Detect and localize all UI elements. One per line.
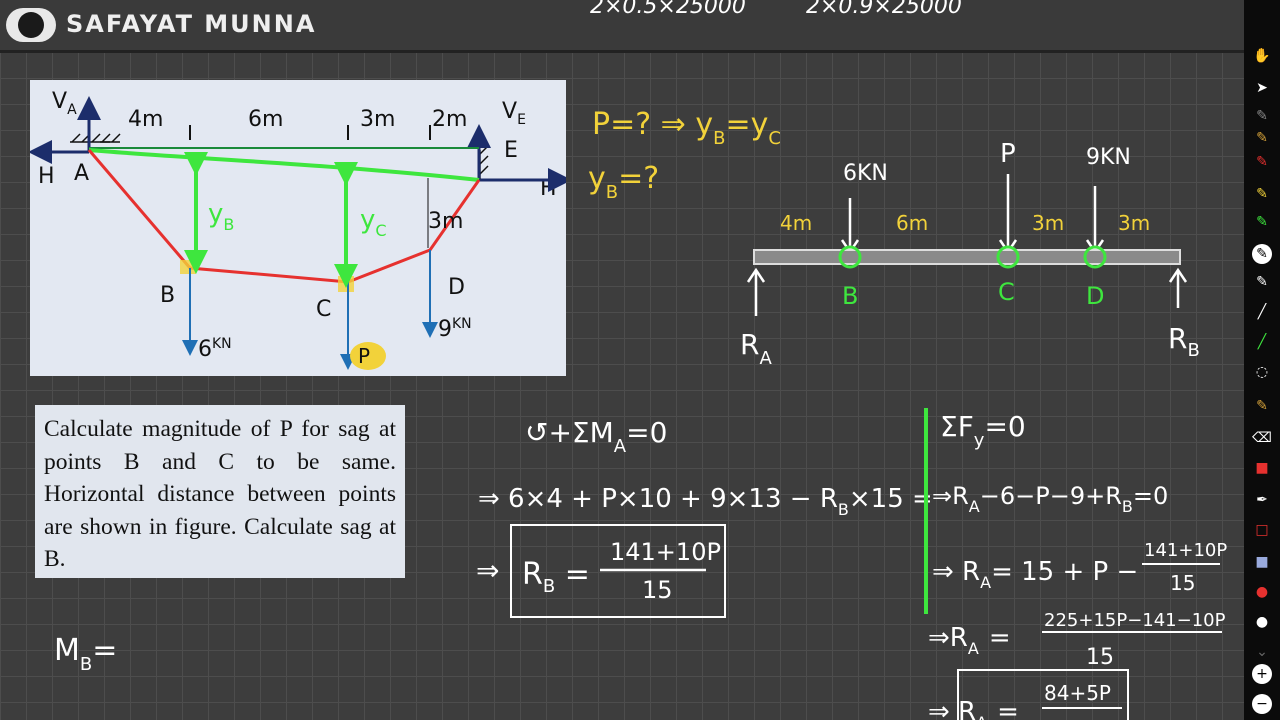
fy-line3-num: 225+15P−141−10P xyxy=(1044,610,1226,631)
beam-span-1: 4m xyxy=(780,211,812,235)
problem-statement: Calculate magnitude of P for sag at poin… xyxy=(35,405,405,578)
handwritten-notes: P=? ⇒ yB=yC yB=? 6KN P 9KN 4m 6m 3m 3m B… xyxy=(588,107,1200,369)
fy-line3: ⇒RA = xyxy=(928,623,1011,658)
fy-line4: ⇒ RA= xyxy=(928,697,1019,720)
yc-label: yC xyxy=(360,205,387,240)
point-c: C xyxy=(316,297,331,322)
add-icon[interactable]: + xyxy=(1252,664,1272,684)
beam-span-3: 3m xyxy=(1032,211,1064,235)
ve-label: VE xyxy=(502,99,526,128)
rb-arrow: ⇒ xyxy=(476,554,499,587)
beam-load-6kn: 6KN xyxy=(843,161,888,186)
fy-line4-num: 84+5P xyxy=(1044,681,1111,705)
top-bar: SAFAYAT MUNNA 2×0.5×25000 2×0.9×25000 xyxy=(0,0,1244,53)
fy-line2: ⇒ RA= 15 + P − xyxy=(932,557,1138,592)
hand-tool-icon[interactable]: ✋ xyxy=(1252,46,1272,66)
span-cd: 3m xyxy=(360,107,395,132)
highlight-c xyxy=(338,276,354,292)
fy-equation: ΣFy=0 xyxy=(940,410,1026,451)
cable-diagram: 4m 6m 3m 2m VA VE E H A H yB yC 3m B C D… xyxy=(28,89,572,370)
logo-icon xyxy=(18,12,44,38)
beam-span-2: 6m xyxy=(896,211,928,235)
marker-icon[interactable]: ╱ xyxy=(1252,332,1272,352)
h-left-label: H xyxy=(38,164,55,189)
beam-point-c: C xyxy=(998,278,1015,306)
support-e xyxy=(479,145,489,180)
beam-load-p: P xyxy=(1000,139,1016,169)
white-pen-icon[interactable]: ✎ xyxy=(1252,272,1272,292)
green-pen-icon[interactable]: ✎ xyxy=(1252,212,1272,232)
eyedropper-icon[interactable]: ✒ xyxy=(1252,490,1272,510)
eraser-icon[interactable]: ⌫ xyxy=(1252,428,1272,448)
pencil-icon[interactable]: ✎ xyxy=(1252,396,1272,416)
cable-figure: 4m 6m 3m 2m VA VE E H A H yB yC 3m B C D… xyxy=(28,80,572,376)
shape-icon[interactable]: □ xyxy=(1252,520,1272,540)
yellow-pen-icon[interactable]: ✎ xyxy=(1252,184,1272,204)
beam-span-4: 3m xyxy=(1118,211,1150,235)
yb-label: yB xyxy=(208,199,234,234)
brand-name: SAFAYAT MUNNA xyxy=(66,10,317,38)
fy-line3-den: 15 xyxy=(1086,645,1114,670)
white-dot-icon[interactable]: ● xyxy=(1252,612,1272,632)
support-a xyxy=(70,133,121,143)
minus-icon[interactable]: − xyxy=(1252,694,1272,714)
load-c-label: P xyxy=(358,344,370,368)
annotation-toolbar: ✋ ➤ ✎ ✎ ✎ ✎ ✎ ✎ ✎ ╱ ╱ ◌ ✎ ⌫ ■ ✒ □ ■ ● ● … xyxy=(1244,0,1280,720)
red-pen-icon[interactable]: ✎ xyxy=(1252,152,1272,172)
green-chord xyxy=(88,148,480,182)
note-line2: yB=? xyxy=(588,161,659,203)
a-label: A xyxy=(74,161,89,186)
channel-logo xyxy=(6,8,56,42)
problem-text: Calculate magnitude of P for sag at poin… xyxy=(44,416,396,572)
e-label: E xyxy=(504,138,518,163)
moment-working: ↺+ΣMA=0 ⇒ 6×4 + P×10 + 9×13 − RB×15 = 0 … xyxy=(476,416,930,618)
mb-label: MB= xyxy=(54,633,117,675)
moment-equation: ↺+ΣMA=0 xyxy=(525,416,667,457)
fy-line2-den: 15 xyxy=(1170,571,1195,595)
span-de: 2m xyxy=(432,107,467,132)
beam-load-9kn: 9KN xyxy=(1086,145,1131,170)
point-b: B xyxy=(160,283,175,308)
span-bc: 6m xyxy=(248,107,283,132)
selected-pen-icon[interactable]: ✎ xyxy=(1252,244,1272,264)
load-b-label: 6KN xyxy=(198,336,232,362)
top-formula-left: 2×0.5×25000 xyxy=(590,0,746,19)
square-icon[interactable]: ■ xyxy=(1252,552,1272,572)
pointer-tool-icon[interactable]: ➤ xyxy=(1252,78,1272,98)
top-formula-right: 2×0.9×25000 xyxy=(806,0,962,19)
span-ab: 4m xyxy=(128,107,163,132)
pen-tool-icon[interactable]: ✎ xyxy=(1252,106,1272,126)
moment-line: ⇒ 6×4 + P×10 + 9×13 − RB×15 = 0 xyxy=(478,484,930,519)
beam xyxy=(753,249,1181,265)
beam-ra: RA xyxy=(740,328,772,369)
beam-rb: RB xyxy=(1168,322,1200,361)
dim-3m: 3m xyxy=(428,209,463,234)
lasso-tool-icon[interactable]: ◌ xyxy=(1252,362,1272,382)
fill-icon[interactable]: ■ xyxy=(1252,458,1272,478)
beam-point-b: B xyxy=(842,282,858,310)
load-d-label: 9KN xyxy=(438,316,472,342)
rb-denominator: 15 xyxy=(642,576,673,604)
rb-numerator: 141+10P xyxy=(610,538,721,566)
chevron-down-icon[interactable]: ⌄ xyxy=(1252,642,1272,662)
rb-lhs: RB = xyxy=(522,557,590,597)
highlighter-tool-icon[interactable]: ✎ xyxy=(1252,128,1272,148)
mb-working: MB= xyxy=(54,633,117,675)
dot-icon[interactable]: ● xyxy=(1252,582,1272,602)
va-label: VA xyxy=(52,89,77,118)
highlight-b xyxy=(180,260,196,274)
line-tool-icon[interactable]: ╱ xyxy=(1252,302,1272,322)
point-d: D xyxy=(448,275,465,300)
fy-line1: ⇒RA−6−P−9+RB=0 xyxy=(932,482,1168,516)
fy-line2-num: 141+10P xyxy=(1144,540,1227,561)
vertical-equilibrium: ΣFy=0 ⇒RA−6−P−9+RB=0 ⇒ RA= 15 + P − 141+… xyxy=(928,410,1227,720)
note-line1: P=? ⇒ yB=yC xyxy=(592,107,781,149)
beam-point-d: D xyxy=(1086,282,1104,310)
cable xyxy=(87,149,481,284)
